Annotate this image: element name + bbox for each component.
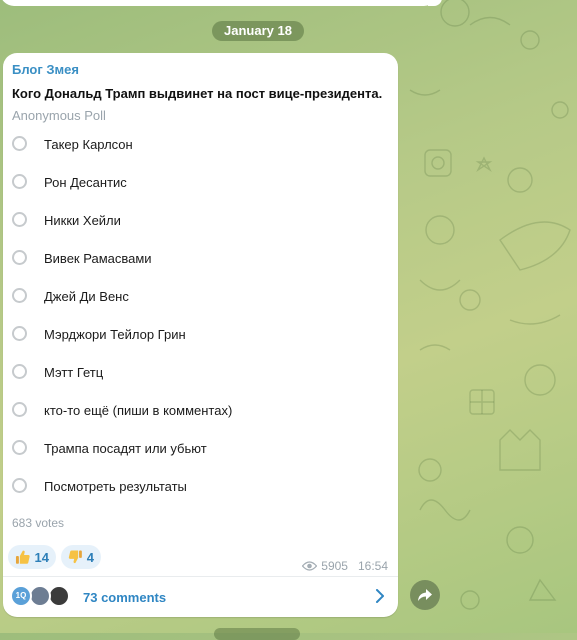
previous-message-bubble <box>0 0 438 6</box>
thumbs-up-icon <box>15 550 30 564</box>
poll-option[interactable]: Джей Ди Венс <box>3 278 398 316</box>
comments-label: 73 comments <box>83 590 167 605</box>
poll-option[interactable]: Никки Хейли <box>3 202 398 240</box>
poll-message-bubble: Блог Змея Кого Дональд Трамп выдвинет на… <box>3 53 398 617</box>
radio-circle-icon[interactable] <box>12 174 27 189</box>
poll-option-label: кто-то ещё (пиши в комментах) <box>44 403 233 418</box>
poll-option[interactable]: Такер Карлсон <box>3 126 398 164</box>
reaction-thumbs-up[interactable]: 14 <box>8 545 56 569</box>
previous-message-tail <box>428 0 442 6</box>
avatar <box>29 585 51 607</box>
view-results-option[interactable]: Посмотреть результаты <box>3 468 398 506</box>
poll-option-label: Мэрджори Тейлор Грин <box>44 327 186 342</box>
poll-option-label: Мэтт Гетц <box>44 365 104 380</box>
next-date-separator <box>214 628 300 640</box>
poll-option[interactable]: кто-то ещё (пиши в комментах) <box>3 392 398 430</box>
channel-name[interactable]: Блог Змея <box>12 62 79 77</box>
poll-option[interactable]: Трампа посадят или убьют <box>3 430 398 468</box>
radio-circle-icon[interactable] <box>12 440 27 455</box>
chevron-right-icon <box>376 589 384 603</box>
radio-circle-icon[interactable] <box>12 326 27 341</box>
view-results-label: Посмотреть результаты <box>44 479 187 494</box>
share-arrow-icon <box>418 589 432 601</box>
thumbs-down-icon <box>68 550 82 564</box>
radio-circle-icon[interactable] <box>12 212 27 227</box>
radio-circle-icon[interactable] <box>12 478 27 493</box>
poll-option-label: Джей Ди Венс <box>44 289 129 304</box>
poll-type-label: Anonymous Poll <box>12 108 106 123</box>
date-separator: January 18 <box>212 21 304 41</box>
reaction-thumbs-down[interactable]: 4 <box>61 545 101 569</box>
views-count: 5905 <box>321 559 348 573</box>
radio-circle-icon[interactable] <box>12 288 27 303</box>
poll-option-label: Никки Хейли <box>44 213 121 228</box>
radio-circle-icon[interactable] <box>12 250 27 265</box>
poll-options: Такер Карлсон Рон Десантис Никки Хейли В… <box>3 126 398 506</box>
poll-question: Кого Дональд Трамп выдвинет на пост вице… <box>12 86 383 101</box>
poll-option-label: Трампа посадят или убьют <box>44 441 207 456</box>
message-time: 16:54 <box>357 559 388 573</box>
reaction-count: 4 <box>86 549 94 565</box>
poll-option[interactable]: Мэрджори Тейлор Грин <box>3 316 398 354</box>
share-button[interactable] <box>410 580 440 610</box>
radio-circle-icon[interactable] <box>12 136 27 151</box>
avatar <box>48 585 70 607</box>
poll-option-label: Вивек Рамасвами <box>44 251 152 266</box>
reaction-count: 14 <box>34 549 49 565</box>
radio-circle-icon[interactable] <box>12 364 27 379</box>
message-meta: 5905 16:54 <box>302 559 388 573</box>
comments-button[interactable]: 1Q 73 comments <box>3 577 398 617</box>
poll-option[interactable]: Рон Десантис <box>3 164 398 202</box>
views-eye-icon <box>302 561 318 571</box>
poll-option[interactable]: Мэтт Гетц <box>3 354 398 392</box>
avatar: 1Q <box>10 585 32 607</box>
radio-circle-icon[interactable] <box>12 402 27 417</box>
votes-count: 683 votes <box>12 516 65 530</box>
poll-option-label: Такер Карлсон <box>44 137 133 152</box>
poll-option-label: Рон Десантис <box>44 175 127 190</box>
poll-option[interactable]: Вивек Рамасвами <box>3 240 398 278</box>
